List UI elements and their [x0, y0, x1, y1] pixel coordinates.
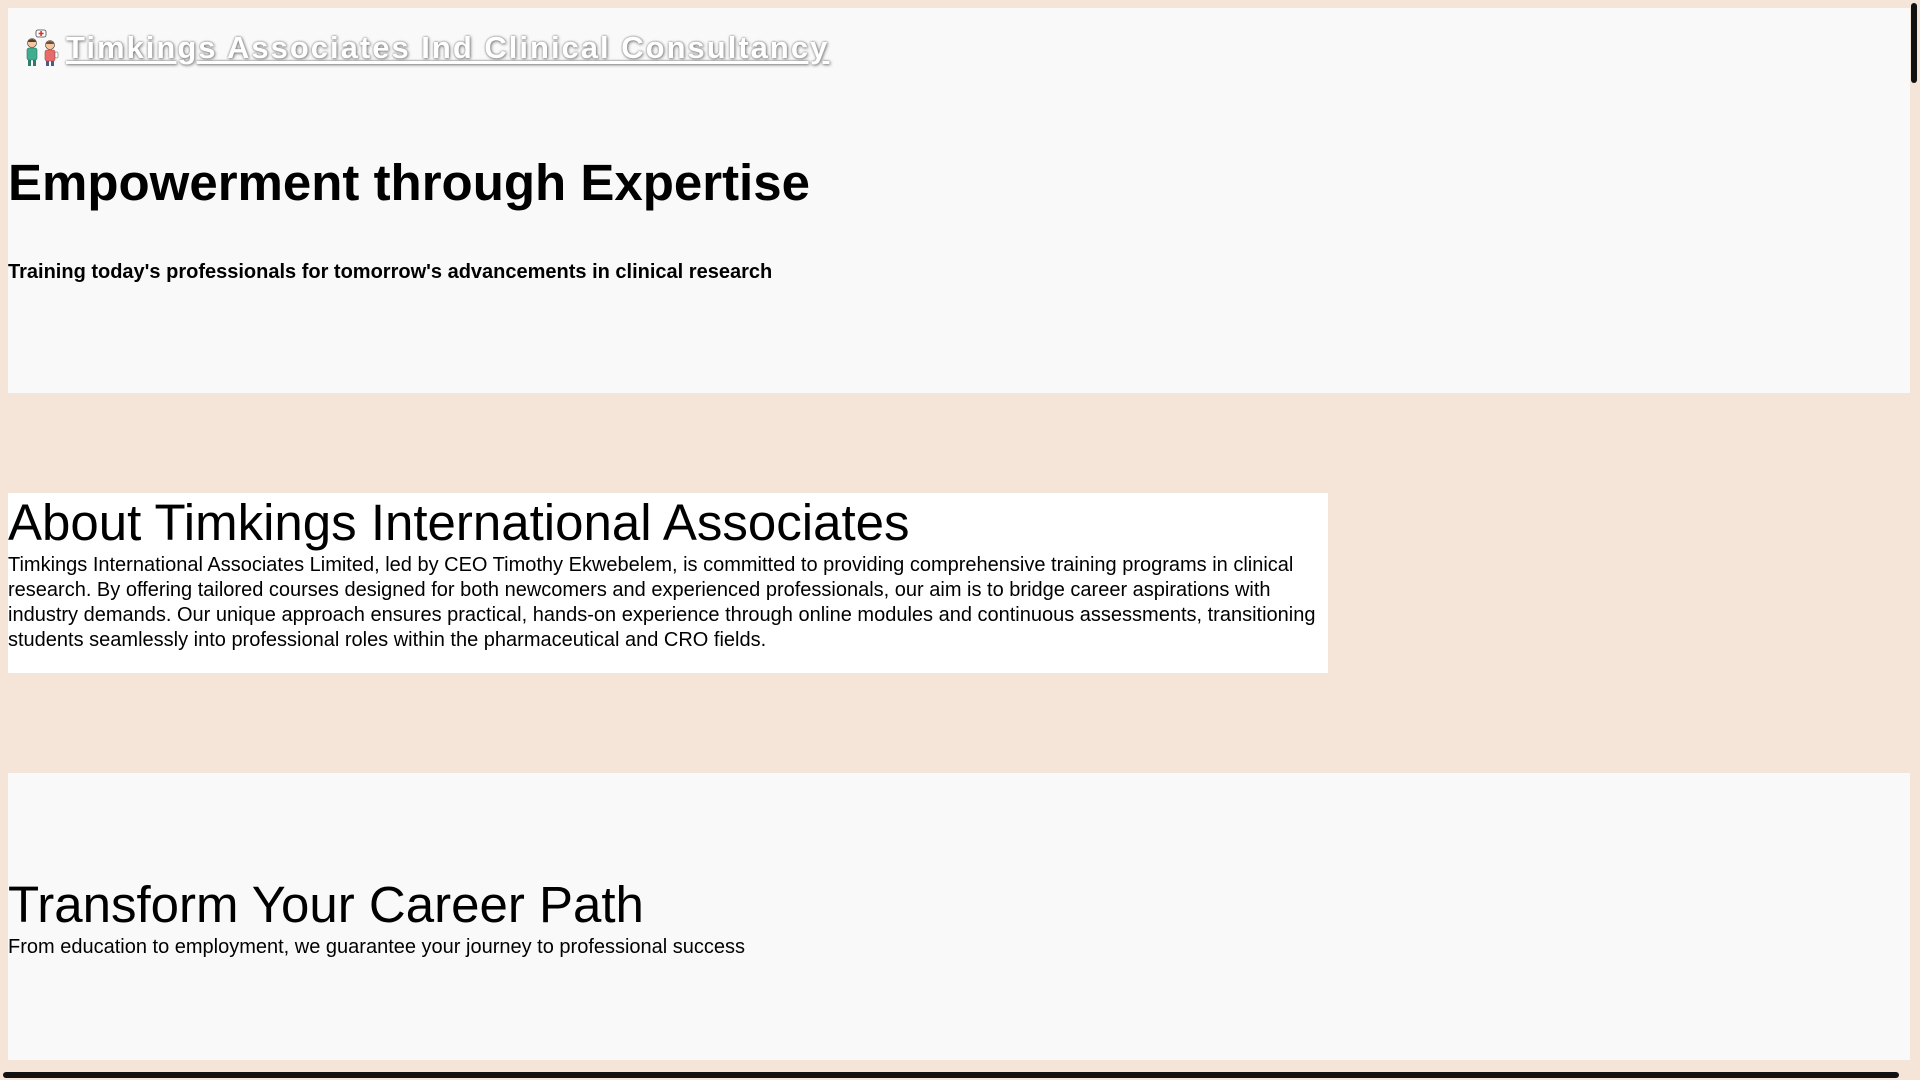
- hero-tagline: Training today's professionals for tomor…: [8, 261, 773, 283]
- brand-name[interactable]: Timkings Associates Ind Clinical Consult…: [66, 30, 829, 66]
- career-section: Transform Your Career Path From educatio…: [8, 773, 1910, 1060]
- about-text: Timkings International Associates Limite…: [8, 554, 1316, 651]
- brand-link[interactable]: Timkings Associates Ind Clinical Consult…: [22, 28, 829, 68]
- page: Timkings Associates Ind Clinical Consult…: [0, 0, 1920, 1080]
- hero-title: Empowerment through Expertise: [8, 154, 810, 211]
- horizontal-scrollbar[interactable]: [3, 1072, 1899, 1078]
- about-title: About Timkings International Associates: [8, 494, 910, 551]
- vertical-scrollbar[interactable]: [1911, 3, 1917, 83]
- about-section: About Timkings International Associates …: [8, 493, 1328, 673]
- doctor-nurse-logo-icon: [26, 29, 59, 66]
- career-title: Transform Your Career Path: [8, 876, 644, 933]
- hero-section: Timkings Associates Ind Clinical Consult…: [8, 8, 1910, 393]
- career-text: From education to employment, we guarant…: [8, 936, 746, 958]
